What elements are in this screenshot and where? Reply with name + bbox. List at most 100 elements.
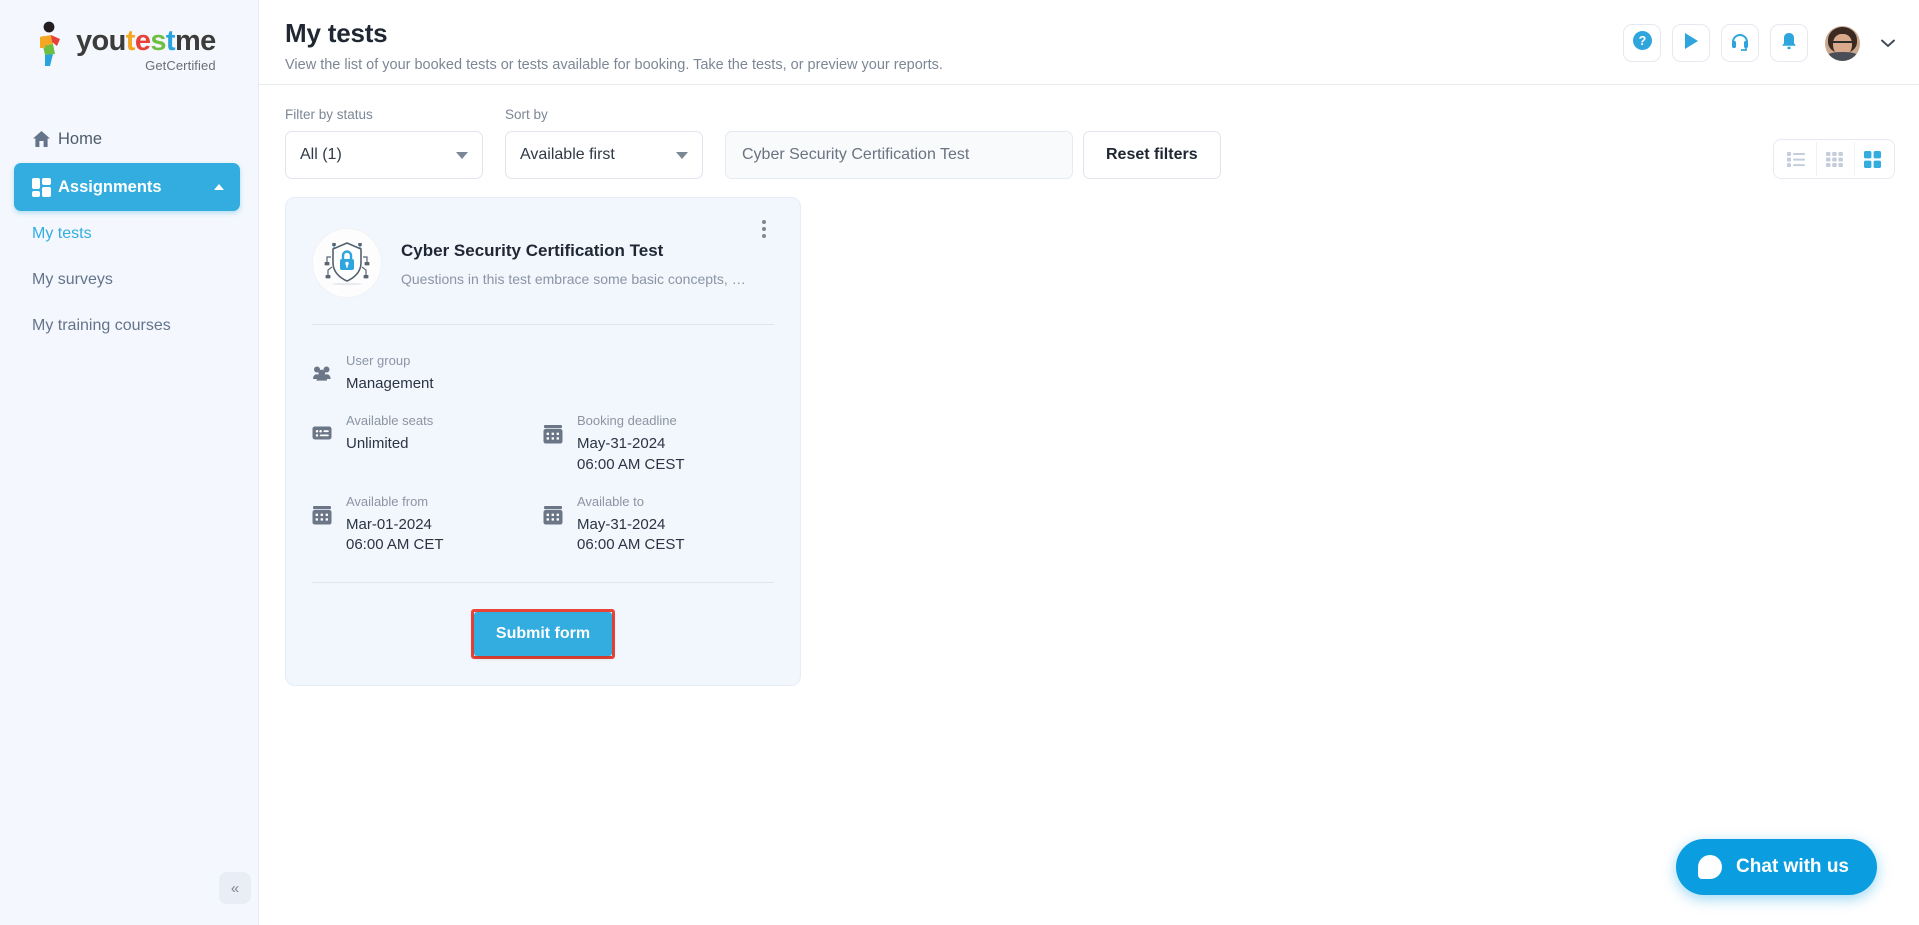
support-headset-icon bbox=[1730, 31, 1750, 56]
chevron-double-left-icon: « bbox=[230, 879, 240, 897]
page-header-text: My tests View the list of your booked te… bbox=[285, 18, 943, 73]
sidebar-item-home[interactable]: Home bbox=[14, 115, 240, 163]
info-cell-available-to: Available to May-31-2024 06:00 AM CEST bbox=[543, 484, 774, 565]
sidebar-item-my-training-courses[interactable]: My training courses bbox=[0, 303, 258, 349]
info-value: May-31-2024 06:00 AM CEST bbox=[577, 515, 685, 553]
list-view-toggle[interactable] bbox=[1778, 142, 1814, 176]
info-row: User group Management bbox=[312, 343, 774, 403]
info-label: User group bbox=[346, 353, 411, 368]
info-cell-available-from: Available from Mar-01-2024 06:00 AM CET bbox=[312, 484, 543, 565]
info-row: Available seats Unlimited Booking deadli… bbox=[312, 403, 774, 484]
info-cell-available-seats: Available seats Unlimited bbox=[312, 403, 543, 484]
chevron-down-icon bbox=[676, 151, 688, 159]
info-text: User group Management bbox=[346, 352, 434, 394]
info-label: Available seats bbox=[346, 413, 434, 429]
calendar-icon bbox=[312, 493, 334, 530]
reset-filters-label: Reset filters bbox=[1106, 146, 1198, 163]
sidebar-item-label: Assignments bbox=[58, 177, 162, 196]
page-title: My tests bbox=[285, 18, 388, 48]
play-icon bbox=[1681, 31, 1701, 56]
sidebar-sub-label: My training courses bbox=[32, 317, 171, 334]
kebab-menu-icon[interactable] bbox=[754, 220, 774, 238]
brand-logo[interactable]: youtestme GetCertified bbox=[0, 0, 258, 93]
info-text: Available seats Unlimited bbox=[346, 412, 433, 454]
calendar-icon bbox=[543, 493, 565, 530]
chat-with-us-button[interactable]: Chat with us bbox=[1676, 839, 1877, 895]
status-filter-label: Filter by status bbox=[285, 107, 373, 122]
info-label: Available from bbox=[346, 493, 429, 509]
status-filter-select[interactable]: All (1) bbox=[285, 131, 483, 179]
test-card-title-block: Cyber Security Certification Test Questi… bbox=[401, 239, 746, 287]
chat-bubble-icon bbox=[1698, 855, 1723, 879]
sort-by-select[interactable]: Available first bbox=[505, 131, 703, 179]
test-card: Cyber Security Certification Test Questi… bbox=[285, 197, 801, 687]
profile-chevron-down-icon[interactable] bbox=[1881, 36, 1895, 51]
sidebar-sub-label: My surveys bbox=[32, 271, 113, 288]
sidebar-item-label: Home bbox=[58, 129, 103, 148]
submit-form-area: Submit form bbox=[312, 609, 774, 660]
filter-bar: Filter by status All (1) Sort by Availab… bbox=[259, 85, 1919, 179]
chevron-down-icon bbox=[456, 151, 468, 159]
home-icon bbox=[32, 130, 58, 148]
info-cell-user-group: User group Management bbox=[312, 343, 543, 403]
sidebar-item-my-tests[interactable]: My tests bbox=[0, 211, 258, 257]
page-subtitle: View the list of your booked tests or te… bbox=[285, 57, 943, 73]
info-value: Management bbox=[346, 375, 434, 392]
help-icon: ? bbox=[1632, 30, 1653, 56]
sidebar: youtestme GetCertified Home Assignments … bbox=[0, 0, 259, 925]
calendar-icon bbox=[543, 412, 565, 449]
view-toggle-group bbox=[1773, 139, 1895, 179]
info-label: Available to bbox=[577, 493, 644, 509]
page-header: My tests View the list of your booked te… bbox=[259, 0, 1919, 85]
info-value: Mar-01-2024 06:00 AM CET bbox=[346, 515, 444, 553]
info-text: Available from Mar-01-2024 06:00 AM CET bbox=[346, 493, 444, 556]
sidebar-item-my-surveys[interactable]: My surveys bbox=[0, 257, 258, 303]
youtestme-logo-mark bbox=[31, 21, 69, 67]
app-root: youtestme GetCertified Home Assignments … bbox=[0, 0, 1919, 925]
sort-by-field: Sort by Available first bbox=[505, 107, 703, 179]
info-value: May-31-2024 06:00 AM CEST bbox=[577, 435, 685, 473]
sort-by-label: Sort by bbox=[505, 107, 548, 122]
support-button[interactable] bbox=[1721, 24, 1759, 62]
sidebar-collapse-button[interactable]: « bbox=[219, 872, 251, 904]
svg-text:?: ? bbox=[1638, 34, 1646, 48]
card-divider-bottom bbox=[312, 582, 774, 584]
info-cell-empty bbox=[543, 343, 774, 403]
test-card-header: Cyber Security Certification Test Questi… bbox=[312, 216, 774, 298]
sort-by-value: Available first bbox=[520, 146, 615, 163]
shield-lock-icon bbox=[312, 228, 382, 298]
submit-form-highlight: Submit form bbox=[470, 609, 616, 660]
brand-name: youtestme bbox=[76, 24, 216, 57]
compact-grid-view-toggle[interactable] bbox=[1816, 142, 1852, 176]
help-button[interactable]: ? bbox=[1623, 24, 1661, 62]
info-row: Available from Mar-01-2024 06:00 AM CET bbox=[312, 484, 774, 565]
notifications-button[interactable] bbox=[1770, 24, 1808, 62]
chat-with-us-label: Chat with us bbox=[1736, 856, 1849, 877]
sidebar-nav: Home Assignments My tests My surveys My … bbox=[0, 93, 258, 349]
info-cell-booking-deadline: Booking deadline May-31-2024 06:00 AM CE… bbox=[543, 403, 774, 484]
test-card-info: User group Management Available seats Un… bbox=[312, 325, 774, 564]
card-grid-view-toggle[interactable] bbox=[1854, 142, 1890, 176]
test-description: Questions in this test embrace some basi… bbox=[401, 271, 746, 287]
search-input[interactable]: Cyber Security Certification Test bbox=[725, 131, 1073, 179]
grid-icon bbox=[32, 177, 58, 197]
info-label: Booking deadline bbox=[577, 413, 677, 429]
play-tour-button[interactable] bbox=[1672, 24, 1710, 62]
info-text: Available to May-31-2024 06:00 AM CEST bbox=[577, 493, 685, 556]
notifications-bell-icon bbox=[1779, 31, 1799, 56]
avatar[interactable] bbox=[1825, 25, 1860, 61]
status-filter-value: All (1) bbox=[300, 146, 342, 163]
main-content: My tests View the list of your booked te… bbox=[259, 0, 1919, 925]
sidebar-item-assignments[interactable]: Assignments bbox=[14, 163, 240, 211]
seats-icon bbox=[312, 412, 334, 446]
submit-form-button[interactable]: Submit form bbox=[473, 612, 613, 657]
status-filter-field: Filter by status All (1) bbox=[285, 107, 483, 179]
brand-tagline: GetCertified bbox=[145, 57, 216, 73]
chevron-up-icon bbox=[214, 184, 224, 190]
reset-filters-button[interactable]: Reset filters bbox=[1083, 131, 1221, 179]
sidebar-sub-label: My tests bbox=[32, 225, 92, 242]
info-value: Unlimited bbox=[346, 435, 409, 453]
test-title: Cyber Security Certification Test bbox=[401, 241, 664, 260]
user-group-icon bbox=[312, 352, 334, 386]
header-actions: ? bbox=[1623, 18, 1895, 62]
